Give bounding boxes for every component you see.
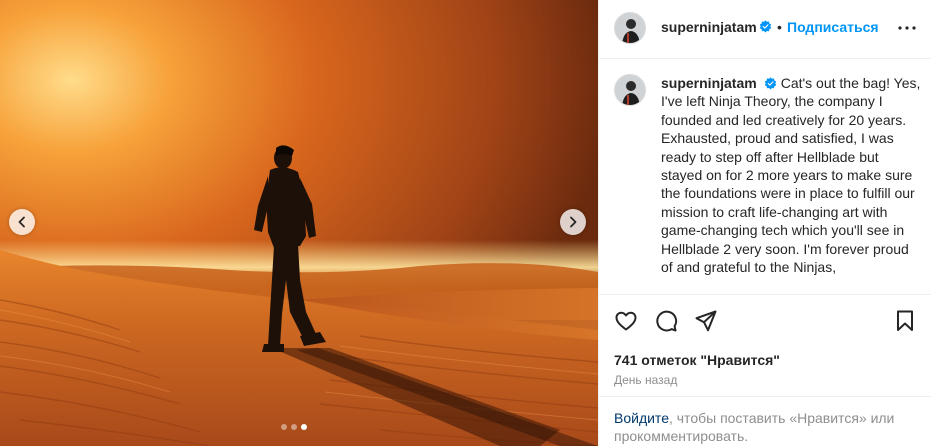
- caption-body: Cat's out the bag! Yes, I've left Ninja …: [661, 75, 921, 276]
- carousel-indicator: [281, 424, 307, 430]
- chevron-left-icon: [18, 216, 25, 228]
- paper-plane-icon[interactable]: [694, 309, 718, 333]
- verified-badge-icon: [764, 77, 776, 90]
- caption-text: superninjatam Cat's out the bag! Yes, I'…: [661, 74, 923, 276]
- login-link[interactable]: Войдите: [614, 410, 669, 426]
- post-timestamp[interactable]: День назад: [614, 373, 677, 387]
- bookmark-icon[interactable]: [893, 309, 917, 333]
- header-username[interactable]: superninjatam: [661, 19, 757, 35]
- post-media[interactable]: [0, 0, 598, 446]
- post-sidebar: superninjatam • Подписаться superninjata…: [598, 0, 931, 446]
- caption-section: superninjatam Cat's out the bag! Yes, I'…: [599, 60, 931, 294]
- login-prompt-text: Войдите, чтобы поставить «Нравится» или …: [614, 409, 914, 445]
- more-horizontal-icon[interactable]: [895, 16, 919, 40]
- avatar[interactable]: [614, 12, 646, 44]
- post-header: superninjatam • Подписаться: [599, 0, 931, 59]
- carousel-dot: [281, 424, 287, 430]
- caption-username[interactable]: superninjatam: [661, 75, 757, 91]
- verified-badge-icon: [759, 20, 772, 33]
- separator-dot: •: [777, 19, 782, 35]
- comment-icon[interactable]: [654, 309, 678, 333]
- carousel-dot: [291, 424, 297, 430]
- login-prompt: Войдите, чтобы поставить «Нравится» или …: [599, 396, 931, 447]
- likes-count[interactable]: 741 отметок "Нравится": [614, 352, 780, 368]
- heart-icon[interactable]: [614, 309, 638, 333]
- man-in-desert-photo: [0, 0, 598, 446]
- chevron-right-icon: [570, 216, 577, 228]
- instagram-post: superninjatam • Подписаться superninjata…: [0, 0, 931, 446]
- avatar[interactable]: [614, 74, 646, 106]
- user-avatar-icon: [615, 75, 645, 105]
- post-actions: 741 отметок "Нравится" День назад Войдит…: [599, 294, 931, 446]
- carousel-prev-button[interactable]: [9, 209, 35, 235]
- carousel-dot-active: [301, 424, 307, 430]
- carousel-next-button[interactable]: [560, 209, 586, 235]
- follow-button[interactable]: Подписаться: [787, 19, 879, 35]
- user-avatar-icon: [615, 13, 645, 43]
